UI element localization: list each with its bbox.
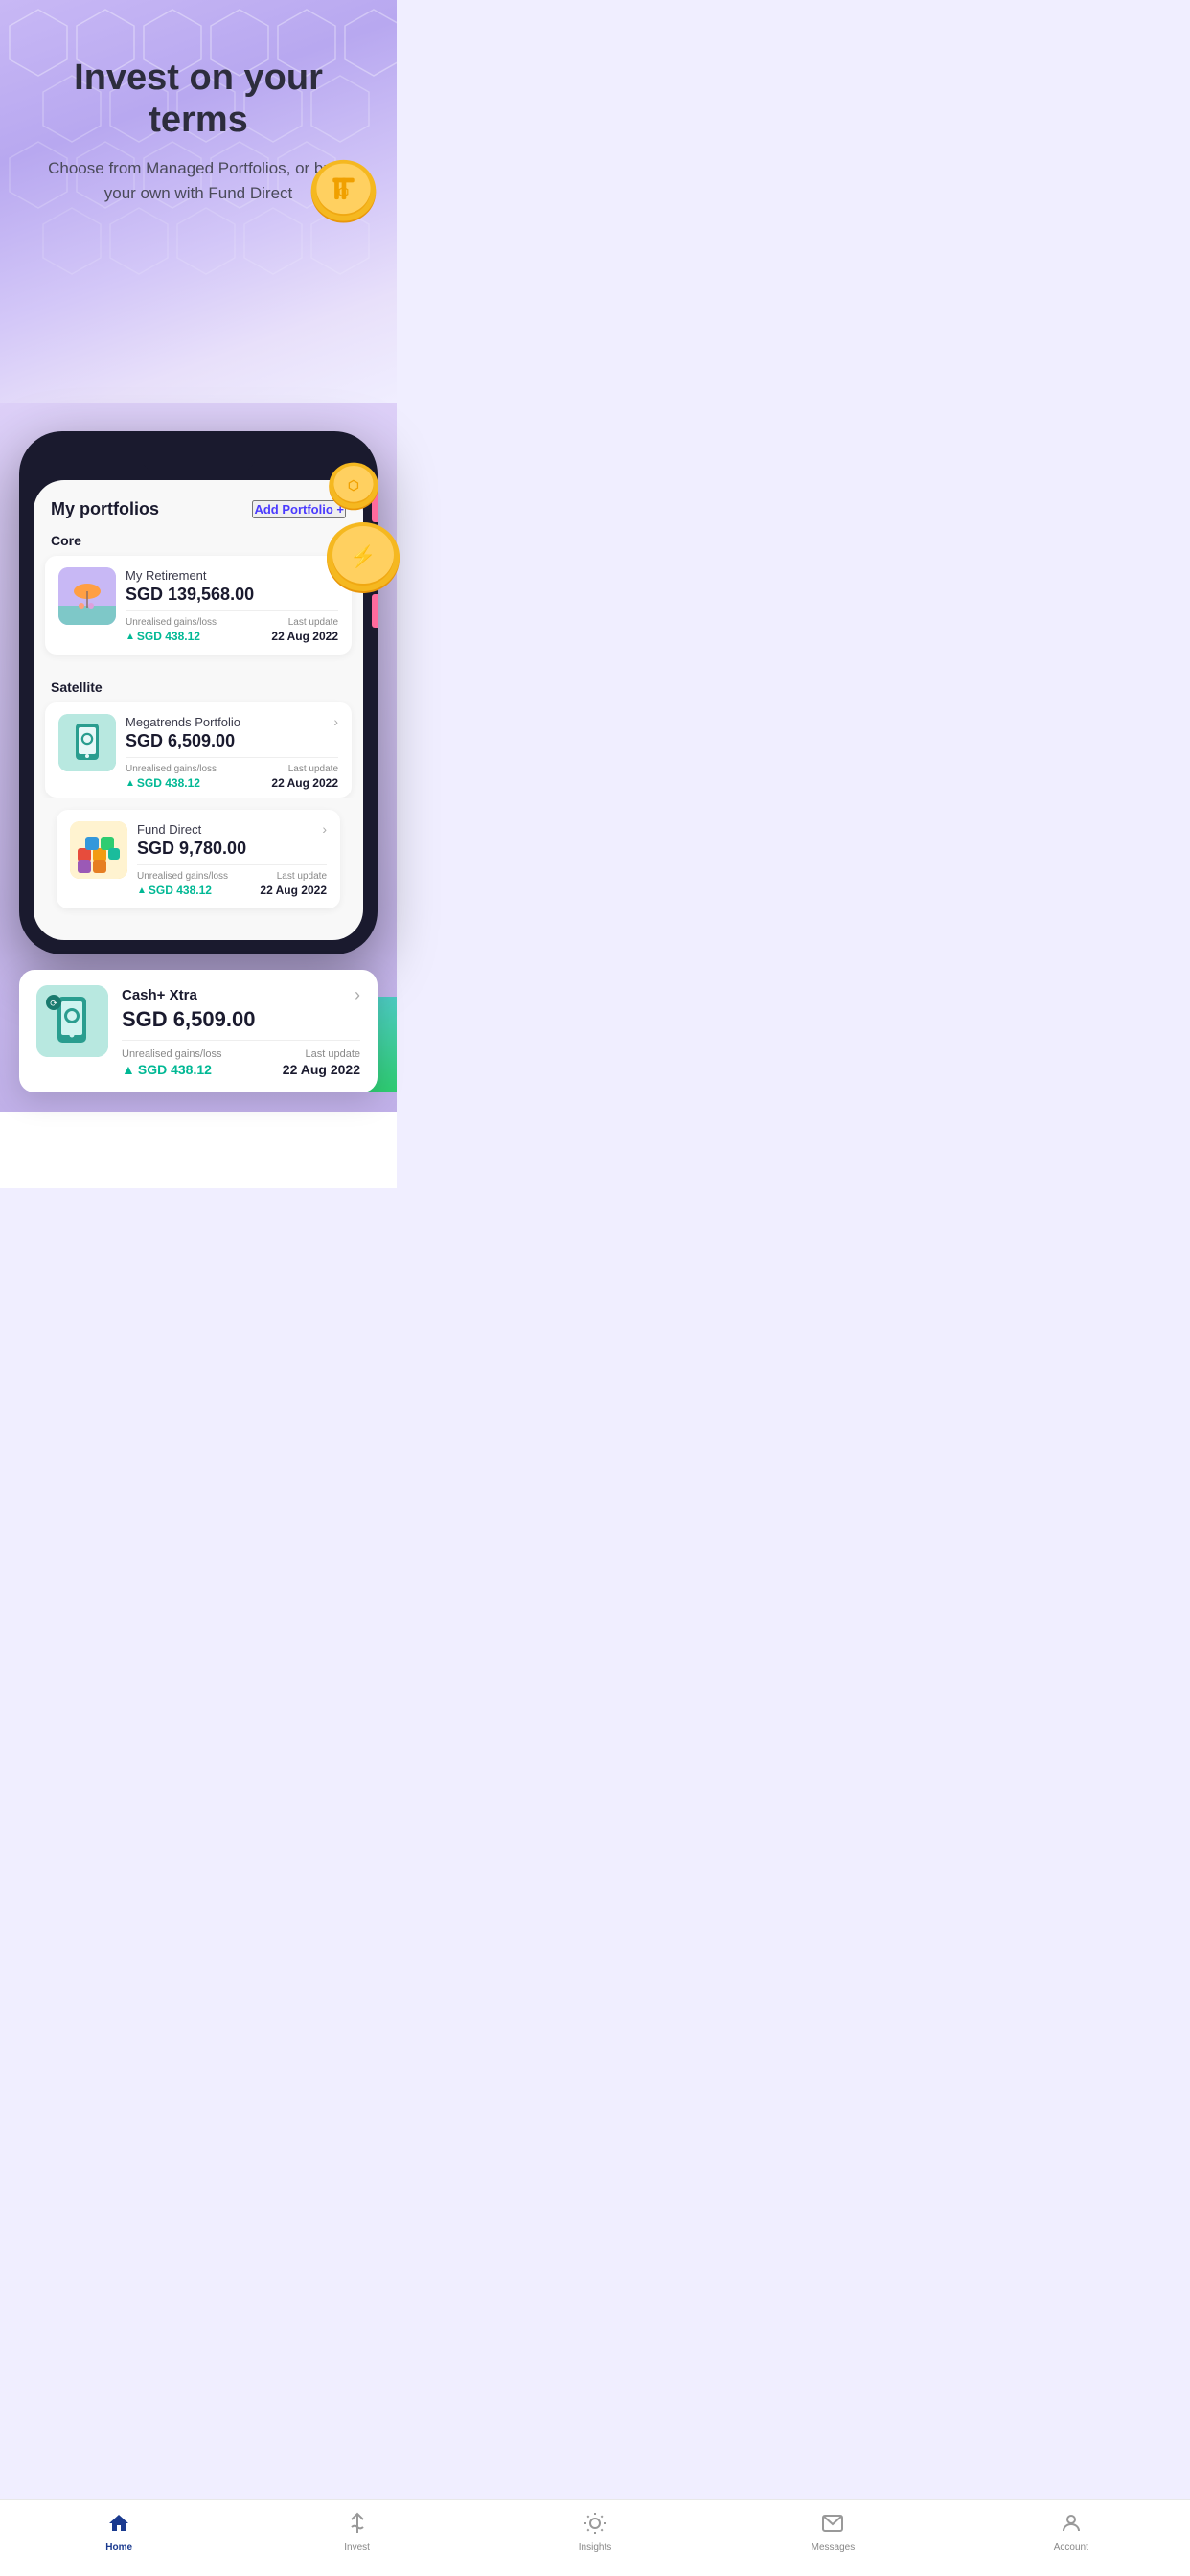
nav-label-home: Home	[105, 2542, 132, 2553]
megatrends-name-row: Megatrends Portfolio ›	[126, 714, 338, 729]
home-icon	[107, 2512, 130, 2539]
messages-icon	[821, 2512, 844, 2539]
retirement-divider	[126, 610, 338, 611]
phone-screen: My portfolios Add Portfolio + Core	[34, 480, 363, 940]
svg-text:⟳: ⟳	[50, 999, 57, 1008]
megatrends-divider	[126, 757, 338, 758]
cashplus-gains-row: Unrealised gains/loss ▲ SGD 438.12 Last …	[122, 1048, 360, 1077]
fund-direct-name-row: Fund Direct ›	[137, 821, 327, 837]
megatrends-chevron-icon: ›	[333, 714, 338, 729]
coin-decoration-top: ⬡	[308, 158, 379, 230]
nav-item-home[interactable]: Home	[0, 2508, 238, 2557]
fund-direct-info: Fund Direct › SGD 9,780.00 Unrealised ga…	[137, 821, 327, 897]
megatrends-portfolio-card[interactable]: Megatrends Portfolio › SGD 6,509.00 Unre…	[45, 702, 352, 798]
bottom-navigation: Home Invest	[0, 2499, 1190, 2576]
fund-direct-card[interactable]: Fund Direct › SGD 9,780.00 Unrealised ga…	[57, 810, 340, 908]
megatrends-gains-row: Unrealised gains/loss ▲ SGD 438.12 Last …	[126, 764, 338, 790]
fund-direct-section: Fund Direct › SGD 9,780.00 Unrealised ga…	[34, 798, 363, 908]
nav-item-account[interactable]: Account	[952, 2508, 1190, 2557]
cashplus-gains-label: Unrealised gains/loss	[122, 1048, 222, 1060]
fund-direct-divider	[137, 864, 327, 865]
coin-decoration-large: ⚡	[320, 518, 406, 604]
portfolio-screen-title: My portfolios	[51, 499, 159, 519]
megatrends-update-label: Last update	[271, 764, 338, 774]
fund-direct-image	[70, 821, 127, 879]
fund-direct-update-group: Last update 22 Aug 2022	[260, 871, 327, 897]
retirement-name: My Retirement	[126, 568, 207, 583]
phone-notch	[141, 446, 256, 472]
retirement-gains-group: Unrealised gains/loss ▲ SGD 438.12	[126, 617, 217, 643]
cashplus-update-label: Last update	[283, 1048, 360, 1060]
core-section-label: Core	[34, 529, 363, 556]
account-icon	[1060, 2512, 1083, 2539]
retirement-gains-value: ▲ SGD 438.12	[126, 630, 217, 643]
page-container: ⬡ Invest on your terms Choose from Manag…	[0, 0, 397, 1188]
retirement-portfolio-card[interactable]: My Retirement › SGD 139,568.00 Unrealise…	[45, 556, 352, 655]
cashplus-amount: SGD 6,509.00	[122, 1007, 360, 1032]
cashplus-up-arrow-icon: ▲	[122, 1062, 135, 1077]
megatrends-gains-group: Unrealised gains/loss ▲ SGD 438.12	[126, 764, 217, 790]
phone-frame: My portfolios Add Portfolio + Core	[19, 431, 378, 954]
floating-cashplus-card[interactable]: ⟳ Cash+ Xtra › SGD 6,509.00 Unrealised g…	[19, 970, 378, 1092]
cashplus-gains-value: ▲ SGD 438.12	[122, 1062, 222, 1077]
fund-direct-update-label: Last update	[260, 871, 327, 882]
nav-item-insights[interactable]: Insights	[476, 2508, 714, 2557]
hero-section: ⬡ Invest on your terms Choose from Manag…	[0, 0, 397, 402]
fund-direct-gains-label: Unrealised gains/loss	[137, 871, 228, 882]
nav-label-messages: Messages	[812, 2542, 856, 2553]
fund-direct-name: Fund Direct	[137, 822, 201, 837]
nav-label-invest: Invest	[344, 2542, 370, 2553]
satellite-section: Satellite	[34, 666, 363, 798]
satellite-section-label: Satellite	[34, 676, 363, 702]
svg-text:⚡: ⚡	[350, 544, 376, 569]
megatrends-amount: SGD 6,509.00	[126, 731, 338, 751]
cashplus-update-value: 22 Aug 2022	[283, 1062, 360, 1077]
fund-direct-update-value: 22 Aug 2022	[260, 884, 327, 897]
fund-direct-chevron-icon: ›	[322, 821, 327, 837]
megatrends-gains-value: ▲ SGD 438.12	[126, 776, 217, 790]
cashplus-update-group: Last update 22 Aug 2022	[283, 1048, 360, 1077]
invest-icon	[346, 2512, 369, 2539]
phone-mockup-section: ⬡ ⚡ My portfolios	[0, 402, 397, 1112]
cashplus-chevron-icon: ›	[355, 985, 360, 1005]
svg-text:⬡: ⬡	[338, 184, 349, 198]
fund-direct-amount: SGD 9,780.00	[137, 839, 327, 859]
hero-title: Invest on your terms	[29, 58, 368, 141]
megatrends-name: Megatrends Portfolio	[126, 715, 240, 729]
nav-item-messages[interactable]: Messages	[714, 2508, 951, 2557]
fund-direct-gains-row: Unrealised gains/loss ▲ SGD 438.12 Last …	[137, 871, 327, 897]
retirement-gains-row: Unrealised gains/loss ▲ SGD 438.12 Last …	[126, 617, 338, 643]
cashplus-card-image: ⟳	[36, 985, 108, 1057]
fund-direct-gains-value: ▲ SGD 438.12	[137, 884, 228, 897]
retirement-update-label: Last update	[271, 617, 338, 628]
megatrends-gains-label: Unrealised gains/loss	[126, 764, 217, 774]
cashplus-card-info: Cash+ Xtra › SGD 6,509.00 Unrealised gai…	[122, 985, 360, 1077]
cashplus-divider	[122, 1040, 360, 1041]
fund-direct-gains-group: Unrealised gains/loss ▲ SGD 438.12	[137, 871, 228, 897]
cashplus-name: Cash+ Xtra	[122, 987, 197, 1003]
insights-icon	[584, 2512, 606, 2539]
retirement-update-value: 22 Aug 2022	[271, 630, 338, 643]
retirement-portfolio-info: My Retirement › SGD 139,568.00 Unrealise…	[126, 567, 338, 643]
nav-label-insights: Insights	[579, 2542, 611, 2553]
nav-item-invest[interactable]: Invest	[238, 2508, 475, 2557]
megatrends-card-image	[58, 714, 116, 771]
retirement-name-row: My Retirement ›	[126, 567, 338, 583]
svg-text:⬡: ⬡	[348, 478, 359, 493]
retirement-card-image	[58, 567, 116, 625]
portfolio-header: My portfolios Add Portfolio +	[34, 480, 363, 529]
cashplus-gains-group: Unrealised gains/loss ▲ SGD 438.12	[122, 1048, 222, 1077]
retirement-update-group: Last update 22 Aug 2022	[271, 617, 338, 643]
retirement-gains-label: Unrealised gains/loss	[126, 617, 217, 628]
megatrends-update-group: Last update 22 Aug 2022	[271, 764, 338, 790]
nav-label-account: Account	[1054, 2542, 1088, 2553]
megatrends-portfolio-info: Megatrends Portfolio › SGD 6,509.00 Unre…	[126, 714, 338, 790]
retirement-amount: SGD 139,568.00	[126, 585, 338, 605]
megatrends-update-value: 22 Aug 2022	[271, 776, 338, 790]
coin-decoration-mid: ⬡	[325, 460, 382, 518]
cashplus-name-row: Cash+ Xtra ›	[122, 985, 360, 1005]
